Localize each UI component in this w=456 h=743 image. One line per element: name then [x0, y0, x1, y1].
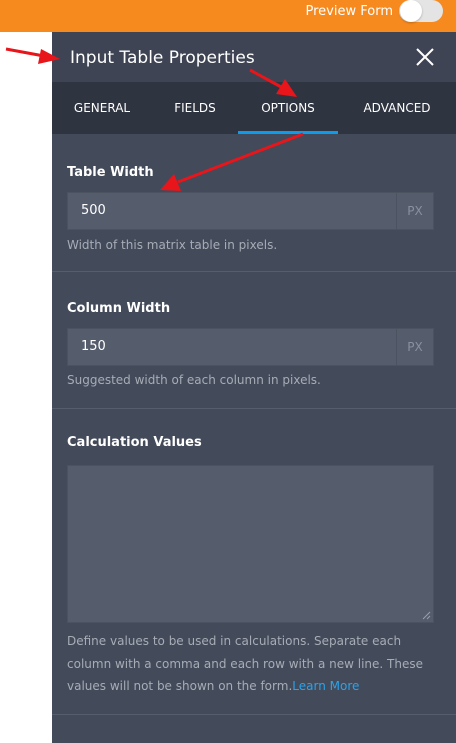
top-bar: Preview Form: [0, 0, 456, 32]
tab-fields[interactable]: FIELDS: [152, 82, 238, 134]
preview-form-label: Preview Form: [305, 4, 393, 19]
table-width-value: 500: [81, 203, 106, 218]
column-width-input[interactable]: 150 PX: [67, 328, 434, 366]
calculation-values-help-text: Define values to be used in calculations…: [67, 634, 423, 693]
calculation-values-section: Calculation Values Define values to be u…: [52, 409, 456, 715]
column-width-unit: PX: [396, 329, 433, 365]
tab-advanced[interactable]: ADVANCED: [338, 82, 456, 134]
column-width-section: Column Width 150 PX Suggested width of e…: [52, 272, 456, 409]
table-width-input[interactable]: 500 PX: [67, 192, 434, 230]
learn-more-link[interactable]: Learn More: [292, 679, 359, 693]
table-width-label: Table Width: [67, 165, 154, 180]
tab-options[interactable]: OPTIONS: [238, 82, 338, 134]
tab-general[interactable]: GENERAL: [52, 82, 152, 134]
column-width-value: 150: [81, 339, 106, 354]
calculation-values-label: Calculation Values: [67, 435, 202, 450]
properties-panel: Input Table Properties GENERAL FIELDS OP…: [52, 32, 456, 743]
calculation-values-help: Define values to be used in calculations…: [67, 630, 439, 698]
column-width-help: Suggested width of each column in pixels…: [67, 373, 321, 387]
table-width-help: Width of this matrix table in pixels.: [67, 238, 278, 252]
resize-handle-icon[interactable]: [422, 611, 431, 620]
toggle-knob: [400, 0, 422, 22]
tab-bar: GENERAL FIELDS OPTIONS ADVANCED: [52, 82, 456, 134]
panel-title: Input Table Properties: [70, 48, 255, 68]
calculation-values-textarea[interactable]: [67, 465, 434, 623]
panel-header: Input Table Properties: [52, 32, 456, 82]
preview-form-toggle[interactable]: [399, 0, 443, 22]
table-width-section: Table Width 500 PX Width of this matrix …: [52, 134, 456, 272]
table-width-unit: PX: [396, 193, 433, 229]
close-icon[interactable]: [414, 46, 436, 68]
column-width-label: Column Width: [67, 301, 171, 316]
